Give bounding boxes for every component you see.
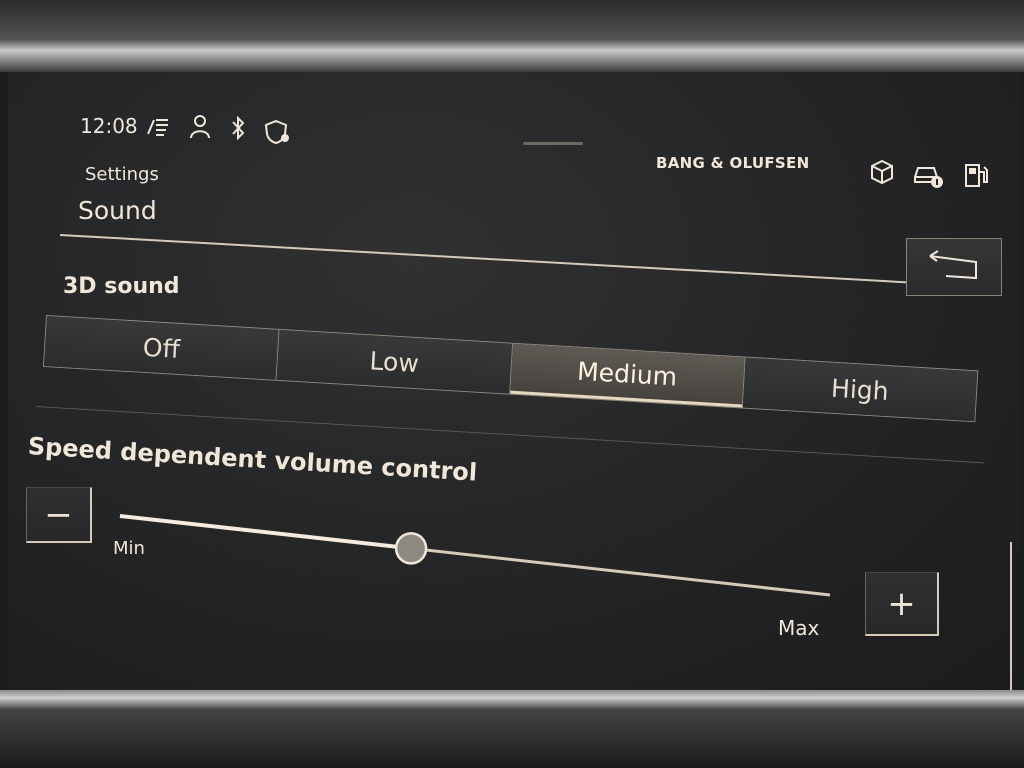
slider-fill (119, 514, 412, 551)
slider-max-label: Max (778, 616, 820, 640)
slider-thumb[interactable] (394, 532, 428, 565)
bezel-top (0, 0, 1024, 72)
infotainment-screen: 12:08 BANG & OLUFSEN Settings Sound 3D s… (8, 72, 1020, 692)
bezel-bottom (0, 690, 1024, 768)
increase-button[interactable]: + (865, 572, 939, 636)
slider-min-label: Min (113, 538, 145, 559)
side-panel-edge (1010, 542, 1022, 692)
